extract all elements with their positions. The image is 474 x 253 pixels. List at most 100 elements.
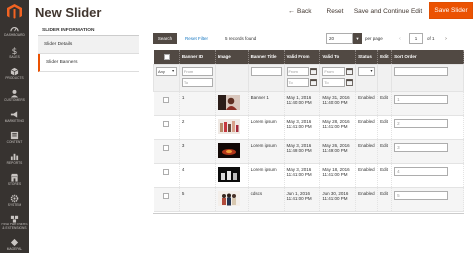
banner-title-cell: cdscs [248,187,285,212]
content-icon [10,131,19,140]
sort-order-input[interactable]: 2 [394,118,449,128]
table-row[interactable]: 2 Lorem ipsum May 3, 2016 11:41:00 PM Ma… [153,115,464,140]
edit-link[interactable]: Edit [380,119,388,124]
row-checkbox[interactable] [163,120,170,127]
sort-order-input[interactable]: 1 [394,94,449,104]
per-page-label: per page [365,36,383,41]
filter-select-value: Any [158,68,165,74]
nav-dashboard[interactable]: DASHBOARD [0,24,29,46]
page-input[interactable]: 1 [409,33,423,44]
nav-label: PRODUCTS [5,76,24,80]
header-banner-title[interactable]: Banner Title [248,50,285,64]
row-checkbox[interactable] [163,168,170,175]
nav-marketing[interactable]: MARKETING [0,110,29,132]
filter-cell [214,63,249,92]
store-icon [10,173,19,182]
nav-customers[interactable]: CUSTOMERS [0,89,29,111]
calendar-icon[interactable] [310,67,318,76]
edit-link[interactable]: Edit [380,143,388,148]
status-filter-select[interactable]: ▼ [358,66,376,76]
nav-stores[interactable]: STORES [0,173,29,195]
image-cell [215,139,249,164]
banner-title-filter-input[interactable] [250,66,282,76]
per-page-select[interactable]: 20 [326,33,353,44]
banner-id-to-input[interactable]: To [181,77,213,87]
grid-bottom-divider [153,213,464,214]
tab-slider-banners[interactable]: Slider Banners [38,54,139,72]
customer-icon [10,89,19,98]
save-and-continue-button[interactable]: Save and Continue Edit [353,3,423,19]
nav-label: SALES [9,55,20,59]
edit-link[interactable]: Edit [380,95,388,100]
nav-sales[interactable]: $ SALES [0,46,29,68]
dashboard-icon [10,27,19,32]
nav-partners[interactable]: FIND PARTNERS & EXTENSIONS [0,214,29,238]
banner-id-cell: 5 [179,187,216,212]
save-slider-button[interactable]: Save Slider [429,2,473,19]
reset-filter-link[interactable]: Reset Filter [185,33,208,44]
header-valid-to[interactable]: Valid To [319,50,357,64]
magento-logo[interactable] [5,3,24,19]
in-banners-filter[interactable]: Any ▼ [156,66,177,76]
sort-order-input[interactable]: 3 [394,142,449,152]
row-checkbox[interactable] [163,192,170,199]
edit-link[interactable]: Edit [380,167,388,172]
nav-content[interactable]: CONTENT [0,131,29,153]
tabs-title: Slider Information [38,25,139,36]
sort-order-filter-input[interactable] [394,66,449,76]
arrow-left-icon: ← [288,7,295,15]
chevron-down-icon: ▼ [171,69,175,73]
valid-from-to-input[interactable]: To [286,77,310,87]
nav-reports[interactable]: REPORTS [0,152,29,174]
edit-cell: Edit [377,163,393,188]
table-row[interactable]: 3 Lorem ipsum May 3, 2016 11:49:00 PM Ma… [153,139,464,164]
tab-slider-details[interactable]: Slider Details [38,36,139,54]
valid-to-from-input[interactable]: From [322,66,346,76]
box-icon [10,67,19,76]
nav-system[interactable]: SYSTEM [0,194,29,216]
header-status[interactable]: Status [355,50,379,64]
calendar-icon[interactable] [346,78,354,87]
nav-label: REPORTS [6,161,23,165]
sort-order-input[interactable]: 4 [394,166,449,176]
row-checkbox[interactable] [163,96,170,103]
header-checkbox[interactable] [153,50,180,64]
banner-thumbnail [217,190,240,206]
nav-products[interactable]: PRODUCTS [0,67,29,89]
sort-order-input[interactable]: 5 [394,190,449,200]
valid-to-to-input[interactable]: To [322,77,346,87]
image-cell [215,91,249,116]
chevron-down-icon[interactable]: ▼ [353,33,362,44]
calendar-icon[interactable] [346,67,354,76]
dollar-icon: $ [12,47,18,55]
valid-from-from-input[interactable]: From [286,66,310,76]
search-button[interactable]: Search [153,33,177,44]
table-row[interactable]: 5 cdscs Jun 1, 2016 11:41:00 PM Jun 30, … [153,187,464,212]
row-checkbox[interactable] [163,144,170,151]
table-row[interactable]: 4 Lorem ipsum May 3, 2016 11:41:00 PM Ma… [153,163,464,188]
table-row[interactable]: 1 Banner 1 May 1, 2016 11:40:00 PM May 3… [153,91,464,116]
row-checkbox-cell [153,187,180,212]
header-image[interactable]: Image [215,50,249,64]
row-checkbox-cell [153,115,180,140]
banner-thumbnail [217,118,240,134]
sort-order-cell: 2 [391,115,464,140]
nav-magepal[interactable]: MAGEPAL [0,238,29,253]
filter-row: Any ▼ From To From To From To ▼ [153,63,464,92]
calendar-icon[interactable] [310,78,318,87]
header-sort-order[interactable]: Sort Order [391,50,464,64]
edit-link[interactable]: Edit [380,191,388,196]
next-page-button[interactable]: › [442,33,450,44]
select-all-checkbox[interactable] [164,53,171,60]
filter-cell: From To [319,63,357,92]
edit-cell: Edit [377,91,393,116]
banner-id-from-input[interactable]: From [181,66,213,76]
reset-button[interactable]: Reset [322,3,348,19]
nav-label: STORES [7,182,22,186]
status-cell: Enabled [355,187,379,212]
header-banner-id[interactable]: Banner ID [179,50,216,64]
header-valid-from[interactable]: Valid From [284,50,321,64]
previous-page-button[interactable]: ‹ [396,33,404,44]
back-button[interactable]: ← Back [288,3,311,19]
valid-from-cell: May 3, 2016 11:41:00 PM [284,163,321,188]
